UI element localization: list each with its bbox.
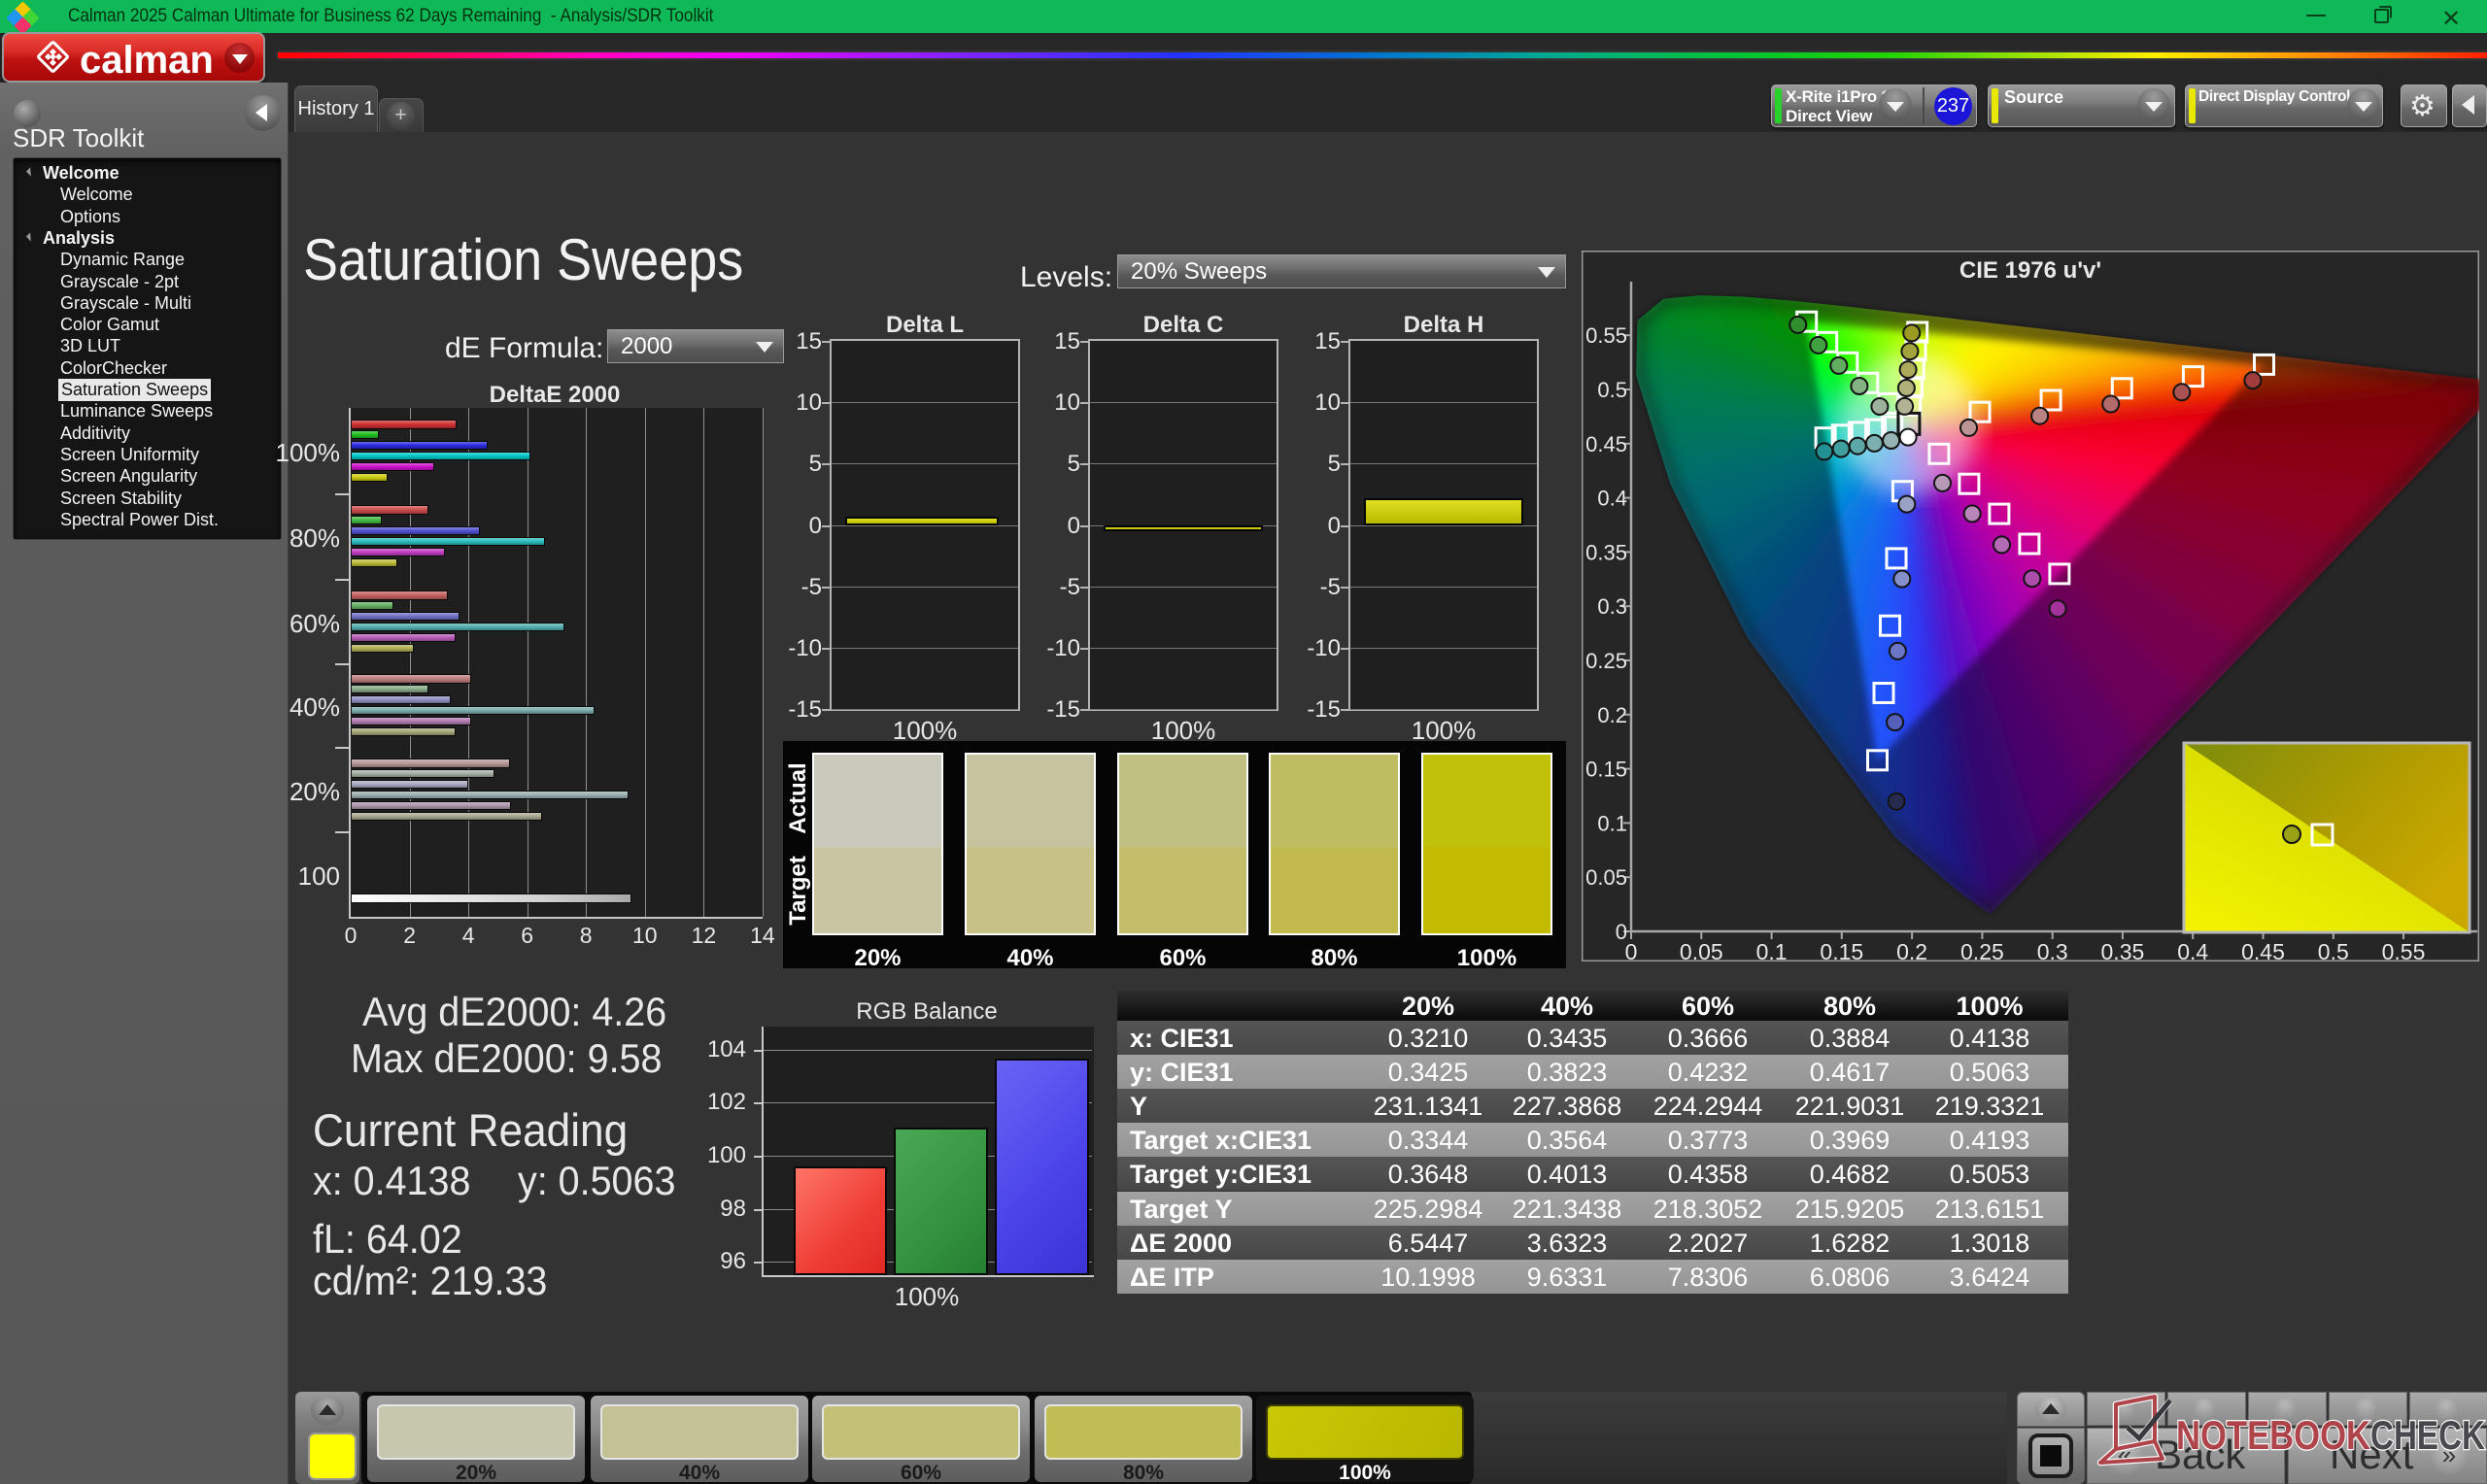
svg-text:0.25: 0.25 bbox=[1960, 939, 2004, 961]
svg-text:0.1: 0.1 bbox=[1597, 811, 1627, 835]
svg-text:0.2: 0.2 bbox=[1597, 703, 1627, 727]
svg-text:0.25: 0.25 bbox=[1585, 649, 1627, 673]
svg-text:0.45: 0.45 bbox=[1585, 432, 1627, 456]
svg-text:0.4: 0.4 bbox=[1597, 487, 1627, 511]
svg-text:0.05: 0.05 bbox=[1585, 865, 1627, 890]
svg-text:CHECK: CHECK bbox=[2370, 1412, 2485, 1458]
svg-text:0.55: 0.55 bbox=[2382, 939, 2426, 961]
svg-text:0.3: 0.3 bbox=[2037, 939, 2068, 961]
svg-text:0.5: 0.5 bbox=[1597, 378, 1627, 402]
svg-text:0.05: 0.05 bbox=[1680, 939, 1723, 961]
svg-text:0.35: 0.35 bbox=[1585, 540, 1627, 564]
svg-text:0.15: 0.15 bbox=[1820, 939, 1863, 961]
svg-text:0.55: 0.55 bbox=[1585, 323, 1627, 348]
svg-text:0.2: 0.2 bbox=[1896, 939, 1927, 961]
svg-text:0.4: 0.4 bbox=[2177, 939, 2208, 961]
svg-text:0.45: 0.45 bbox=[2241, 939, 2285, 961]
svg-text:0.1: 0.1 bbox=[1756, 939, 1788, 961]
svg-text:0.5: 0.5 bbox=[2318, 939, 2349, 961]
svg-text:0.15: 0.15 bbox=[1585, 758, 1627, 782]
svg-text:0.35: 0.35 bbox=[2101, 939, 2145, 961]
svg-text:NOTEBOOK: NOTEBOOK bbox=[2176, 1412, 2370, 1458]
svg-text:0: 0 bbox=[1616, 920, 1627, 944]
svg-text:0.3: 0.3 bbox=[1597, 594, 1627, 619]
svg-text:CIE 1976 u'v': CIE 1976 u'v' bbox=[1959, 257, 2101, 284]
